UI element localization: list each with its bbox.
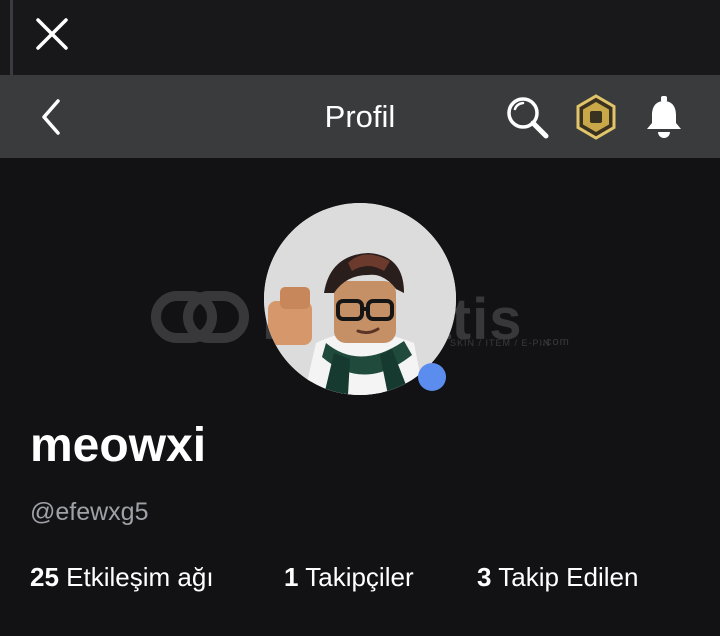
followers-count: 1 xyxy=(284,562,299,592)
search-icon xyxy=(507,97,549,139)
watermark-subtext: SKIN / ITEM / E-PIN xyxy=(450,338,551,348)
username: @efewxg5 xyxy=(30,498,149,526)
online-status-indicator xyxy=(418,363,446,391)
close-icon xyxy=(36,18,68,50)
bell-icon xyxy=(647,96,681,138)
following-label: Takip Edilen xyxy=(498,562,639,592)
watermark-domain: .com xyxy=(542,336,570,348)
top-bar xyxy=(0,0,720,75)
robux-icon xyxy=(576,94,616,140)
close-button[interactable] xyxy=(30,12,74,56)
following-stat[interactable]: 3 Takip Edilen xyxy=(477,562,638,593)
search-button[interactable] xyxy=(503,93,551,141)
display-name: meowxi xyxy=(30,419,207,472)
watermark-logo-icon xyxy=(151,291,249,343)
robux-button[interactable] xyxy=(572,93,620,141)
notifications-button[interactable] xyxy=(640,93,688,141)
followers-label: Takipçiler xyxy=(305,562,414,592)
friends-label: Etkileşim ağı xyxy=(66,562,214,592)
following-count: 3 xyxy=(477,562,492,592)
followers-stat[interactable]: 1 Takipçiler xyxy=(284,562,414,593)
friends-stat[interactable]: 25 Etkileşim ağı xyxy=(30,562,214,593)
friends-count: 25 xyxy=(30,562,59,592)
profile-header: Profil xyxy=(0,75,720,158)
